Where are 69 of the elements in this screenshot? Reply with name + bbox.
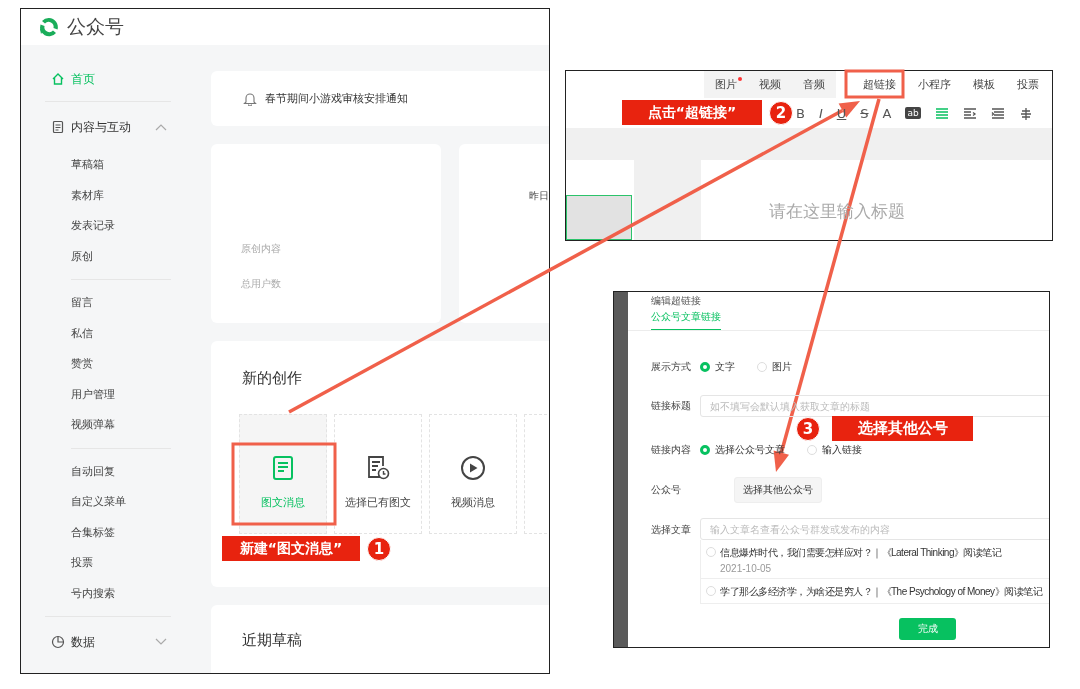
field-label: 选择文章: [651, 523, 692, 537]
format-button[interactable]: B: [796, 105, 805, 121]
nav-subitem[interactable]: 投票: [21, 548, 211, 579]
stat-label: 昨日: [529, 189, 549, 203]
nav-subitem[interactable]: 用户管理: [21, 379, 211, 410]
pie-chart-icon: [51, 635, 65, 649]
nav-subitem[interactable]: 留言: [21, 288, 211, 319]
format-button[interactable]: I: [818, 105, 823, 121]
radio-label: 文字: [715, 360, 735, 374]
create-tile[interactable]: 视频消息: [429, 414, 517, 534]
input-field[interactable]: 输入文章名查看公众号群发或发布的内容: [700, 518, 1049, 540]
document-clock-icon: [366, 455, 390, 481]
brand-title: 公众号: [67, 14, 124, 39]
callout-label: 新建“图文消息”: [222, 536, 360, 561]
create-tile[interactable]: 选择已有图文: [334, 414, 422, 534]
insert-tab[interactable]: 图片: [704, 71, 748, 98]
insert-tab[interactable]: 小程序: [907, 71, 962, 98]
format-button[interactable]: ab: [905, 107, 921, 119]
insert-tab[interactable]: 音频: [792, 71, 836, 98]
dialog-title: 编辑超链接: [651, 294, 702, 308]
insert-tab[interactable]: 投票: [1006, 71, 1050, 98]
radio-button[interactable]: [700, 445, 710, 455]
nav-subitem[interactable]: 自动回复: [21, 456, 211, 487]
card-title: 新的创作: [241, 369, 303, 388]
radio-button[interactable]: [700, 362, 710, 372]
stat-label: 原创内容: [241, 242, 282, 256]
article-title[interactable]: 信息爆炸时代，我们需要怎样应对？｜《Lateral Thinking》阅读笔记: [720, 546, 1002, 560]
insert-tab[interactable]: 模板: [962, 71, 1006, 98]
insert-tab[interactable]: 视频: [748, 71, 792, 98]
article-title[interactable]: 学了那么多经济学，为啥还是穷人？｜《The Psychology of Money》阅读笔记: [720, 585, 1043, 599]
format-button[interactable]: A: [882, 105, 892, 121]
nav-subitem[interactable]: 素材库: [21, 180, 211, 211]
field-label: 展示方式: [651, 360, 692, 374]
nav-item[interactable]: 内容与互动: [21, 112, 171, 142]
align-icon[interactable]: [1018, 106, 1033, 120]
document-icon: [51, 120, 65, 134]
card-title: 近期草稿: [241, 631, 303, 650]
notice-text[interactable]: 春节期间小游戏审核安排通知: [265, 91, 408, 106]
logo-icon: [37, 15, 61, 39]
home-icon: [51, 72, 65, 86]
cover-thumbnail[interactable]: [566, 195, 632, 240]
nav-subitem[interactable]: 原创: [21, 241, 211, 272]
nav-subitem[interactable]: 发表记录: [21, 211, 211, 242]
insert-tab[interactable]: 超链接: [852, 71, 907, 98]
nav-subitem[interactable]: 赞赏: [21, 349, 211, 380]
play-icon: [460, 455, 486, 481]
field-label: 公众号: [651, 483, 682, 497]
callout-label: 点击“超链接”: [622, 100, 762, 125]
nav-item[interactable]: 数据: [21, 627, 171, 657]
bell-icon: [243, 91, 257, 106]
align-icon[interactable]: [962, 106, 977, 120]
nav-subitem[interactable]: 自定义菜单: [21, 487, 211, 518]
nav-subitem[interactable]: 私信: [21, 318, 211, 349]
document-icon: [272, 455, 294, 481]
article-date: 2021-10-05: [720, 563, 773, 574]
radio-label: 输入链接: [822, 443, 862, 457]
align-icon[interactable]: [990, 106, 1005, 120]
nav-subitem[interactable]: 号内搜索: [21, 578, 211, 609]
stat-label: 总用户数: [241, 277, 282, 291]
nav-subitem[interactable]: 视频弹幕: [21, 410, 211, 441]
radio-label: 图片: [772, 360, 792, 374]
nav-subitem[interactable]: 合集标签: [21, 517, 211, 548]
format-button[interactable]: S: [860, 105, 869, 121]
field-label: 链接标题: [651, 399, 692, 413]
nav-subitem[interactable]: 草稿箱: [21, 150, 211, 181]
highlight-frame: [844, 69, 905, 99]
field-label: 链接内容: [651, 443, 692, 457]
select-account-button[interactable]: 选择其他公众号: [734, 477, 822, 503]
callout-label: 选择其他公号: [832, 416, 973, 441]
